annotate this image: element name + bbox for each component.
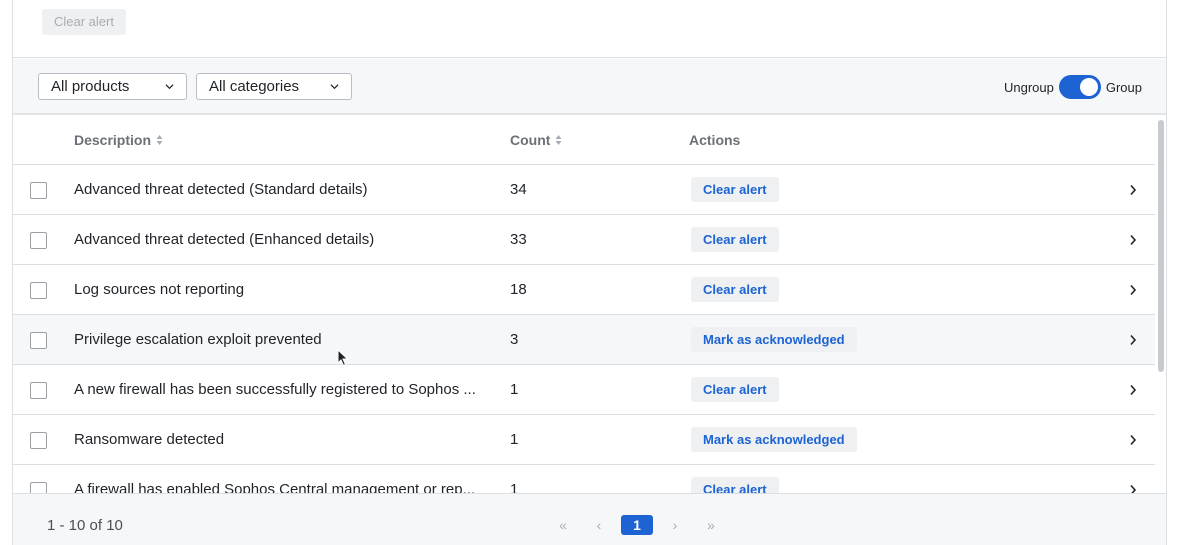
categories-select-value: All categories: [209, 78, 300, 95]
categories-select[interactable]: All categories: [196, 73, 352, 100]
table-row[interactable]: Advanced threat detected (Standard detai…: [13, 165, 1155, 215]
prev-page-icon[interactable]: ‹: [581, 514, 617, 536]
scrollbar-thumb[interactable]: [1158, 120, 1164, 372]
chevron-right-icon[interactable]: [1129, 284, 1137, 296]
chevron-right-icon[interactable]: [1129, 434, 1137, 446]
clear-alert-button[interactable]: Clear alert: [691, 277, 779, 302]
row-checkbox[interactable]: [30, 282, 47, 299]
next-page-icon[interactable]: ›: [657, 514, 693, 536]
clear-alert-button[interactable]: Clear alert: [691, 177, 779, 202]
table-footer: 1 - 10 of 10 « ‹ 1 › »: [13, 493, 1166, 545]
row-checkbox[interactable]: [30, 232, 47, 249]
sort-icon: [156, 135, 163, 145]
column-header-count[interactable]: Count: [510, 132, 562, 148]
group-toggle-control: Ungroup Group: [1004, 75, 1142, 99]
row-description: Privilege escalation exploit prevented: [74, 331, 322, 348]
column-header-label: Description: [74, 132, 152, 148]
column-header-actions: Actions: [689, 132, 740, 148]
toggle-knob: [1079, 78, 1098, 96]
row-count: 1: [510, 481, 519, 493]
table-row[interactable]: Advanced threat detected (Enhanced detai…: [13, 215, 1155, 265]
mouse-cursor-icon: [337, 349, 349, 367]
current-page-button[interactable]: 1: [621, 515, 653, 535]
row-count: 18: [510, 281, 527, 298]
row-checkbox[interactable]: [30, 432, 47, 449]
table-row[interactable]: A new firewall has been successfully reg…: [13, 365, 1155, 415]
ungroup-label: Ungroup: [1003, 79, 1054, 95]
column-header-description[interactable]: Description: [74, 132, 163, 148]
column-header-label: Actions: [689, 132, 741, 148]
group-label: Group: [1105, 79, 1142, 95]
row-count: 3: [510, 331, 519, 348]
alerts-table: Description Count Actions Advanced threa…: [13, 117, 1155, 493]
filter-bar: All products All categories Ungroup Grou…: [13, 59, 1166, 115]
row-description: Advanced threat detected (Standard detai…: [74, 181, 368, 198]
table-scrollbar[interactable]: [1156, 118, 1166, 493]
last-page-icon[interactable]: »: [693, 514, 729, 536]
column-header-label: Count: [510, 132, 551, 148]
chevron-right-icon[interactable]: [1129, 234, 1137, 246]
clear-alert-button[interactable]: Clear alert: [691, 477, 779, 493]
sort-icon: [555, 135, 562, 145]
row-count: 1: [510, 431, 519, 448]
chevron-right-icon[interactable]: [1129, 384, 1137, 396]
row-description: Ransomware detected: [74, 431, 225, 448]
row-checkbox[interactable]: [30, 482, 47, 493]
products-select-value: All products: [51, 78, 130, 95]
row-description: Log sources not reporting: [74, 281, 245, 298]
chevron-right-icon[interactable]: [1129, 184, 1137, 196]
clear-alert-button[interactable]: Clear alert: [691, 377, 779, 402]
clear-alert-bulk-button[interactable]: Clear alert: [42, 9, 126, 35]
row-checkbox[interactable]: [30, 332, 47, 349]
row-description: Advanced threat detected (Enhanced detai…: [74, 231, 375, 248]
row-description: A firewall has enabled Sophos Central ma…: [74, 481, 476, 493]
row-checkbox[interactable]: [30, 382, 47, 399]
table-row[interactable]: Ransomware detected 1 Mark as acknowledg…: [13, 415, 1155, 465]
group-toggle[interactable]: [1058, 75, 1101, 99]
first-page-icon[interactable]: «: [545, 514, 581, 536]
row-count: 33: [510, 231, 527, 248]
table-row[interactable]: Log sources not reporting 18 Clear alert: [13, 265, 1155, 315]
pagination: « ‹ 1 › »: [545, 514, 729, 536]
chevron-down-icon: [165, 84, 174, 90]
pagination-range: 1 - 10 of 10: [47, 517, 123, 534]
bulk-actions-bar: Clear alert: [13, 0, 1166, 58]
chevron-right-icon[interactable]: [1129, 484, 1137, 493]
row-checkbox[interactable]: [30, 182, 47, 199]
row-description: A new firewall has been successfully reg…: [74, 381, 476, 398]
products-select[interactable]: All products: [38, 73, 187, 100]
row-count: 1: [510, 381, 519, 398]
chevron-right-icon[interactable]: [1129, 334, 1137, 346]
table-header: Description Count Actions: [13, 117, 1155, 165]
mark-acknowledged-button[interactable]: Mark as acknowledged: [691, 327, 857, 352]
table-row[interactable]: Privilege escalation exploit prevented 3…: [13, 315, 1155, 365]
alerts-panel: Clear alert All products All categories …: [12, 0, 1167, 545]
mark-acknowledged-button[interactable]: Mark as acknowledged: [691, 427, 857, 452]
table-row[interactable]: A firewall has enabled Sophos Central ma…: [13, 465, 1155, 493]
row-count: 34: [510, 181, 527, 198]
clear-alert-button[interactable]: Clear alert: [691, 227, 779, 252]
chevron-down-icon: [330, 84, 339, 90]
